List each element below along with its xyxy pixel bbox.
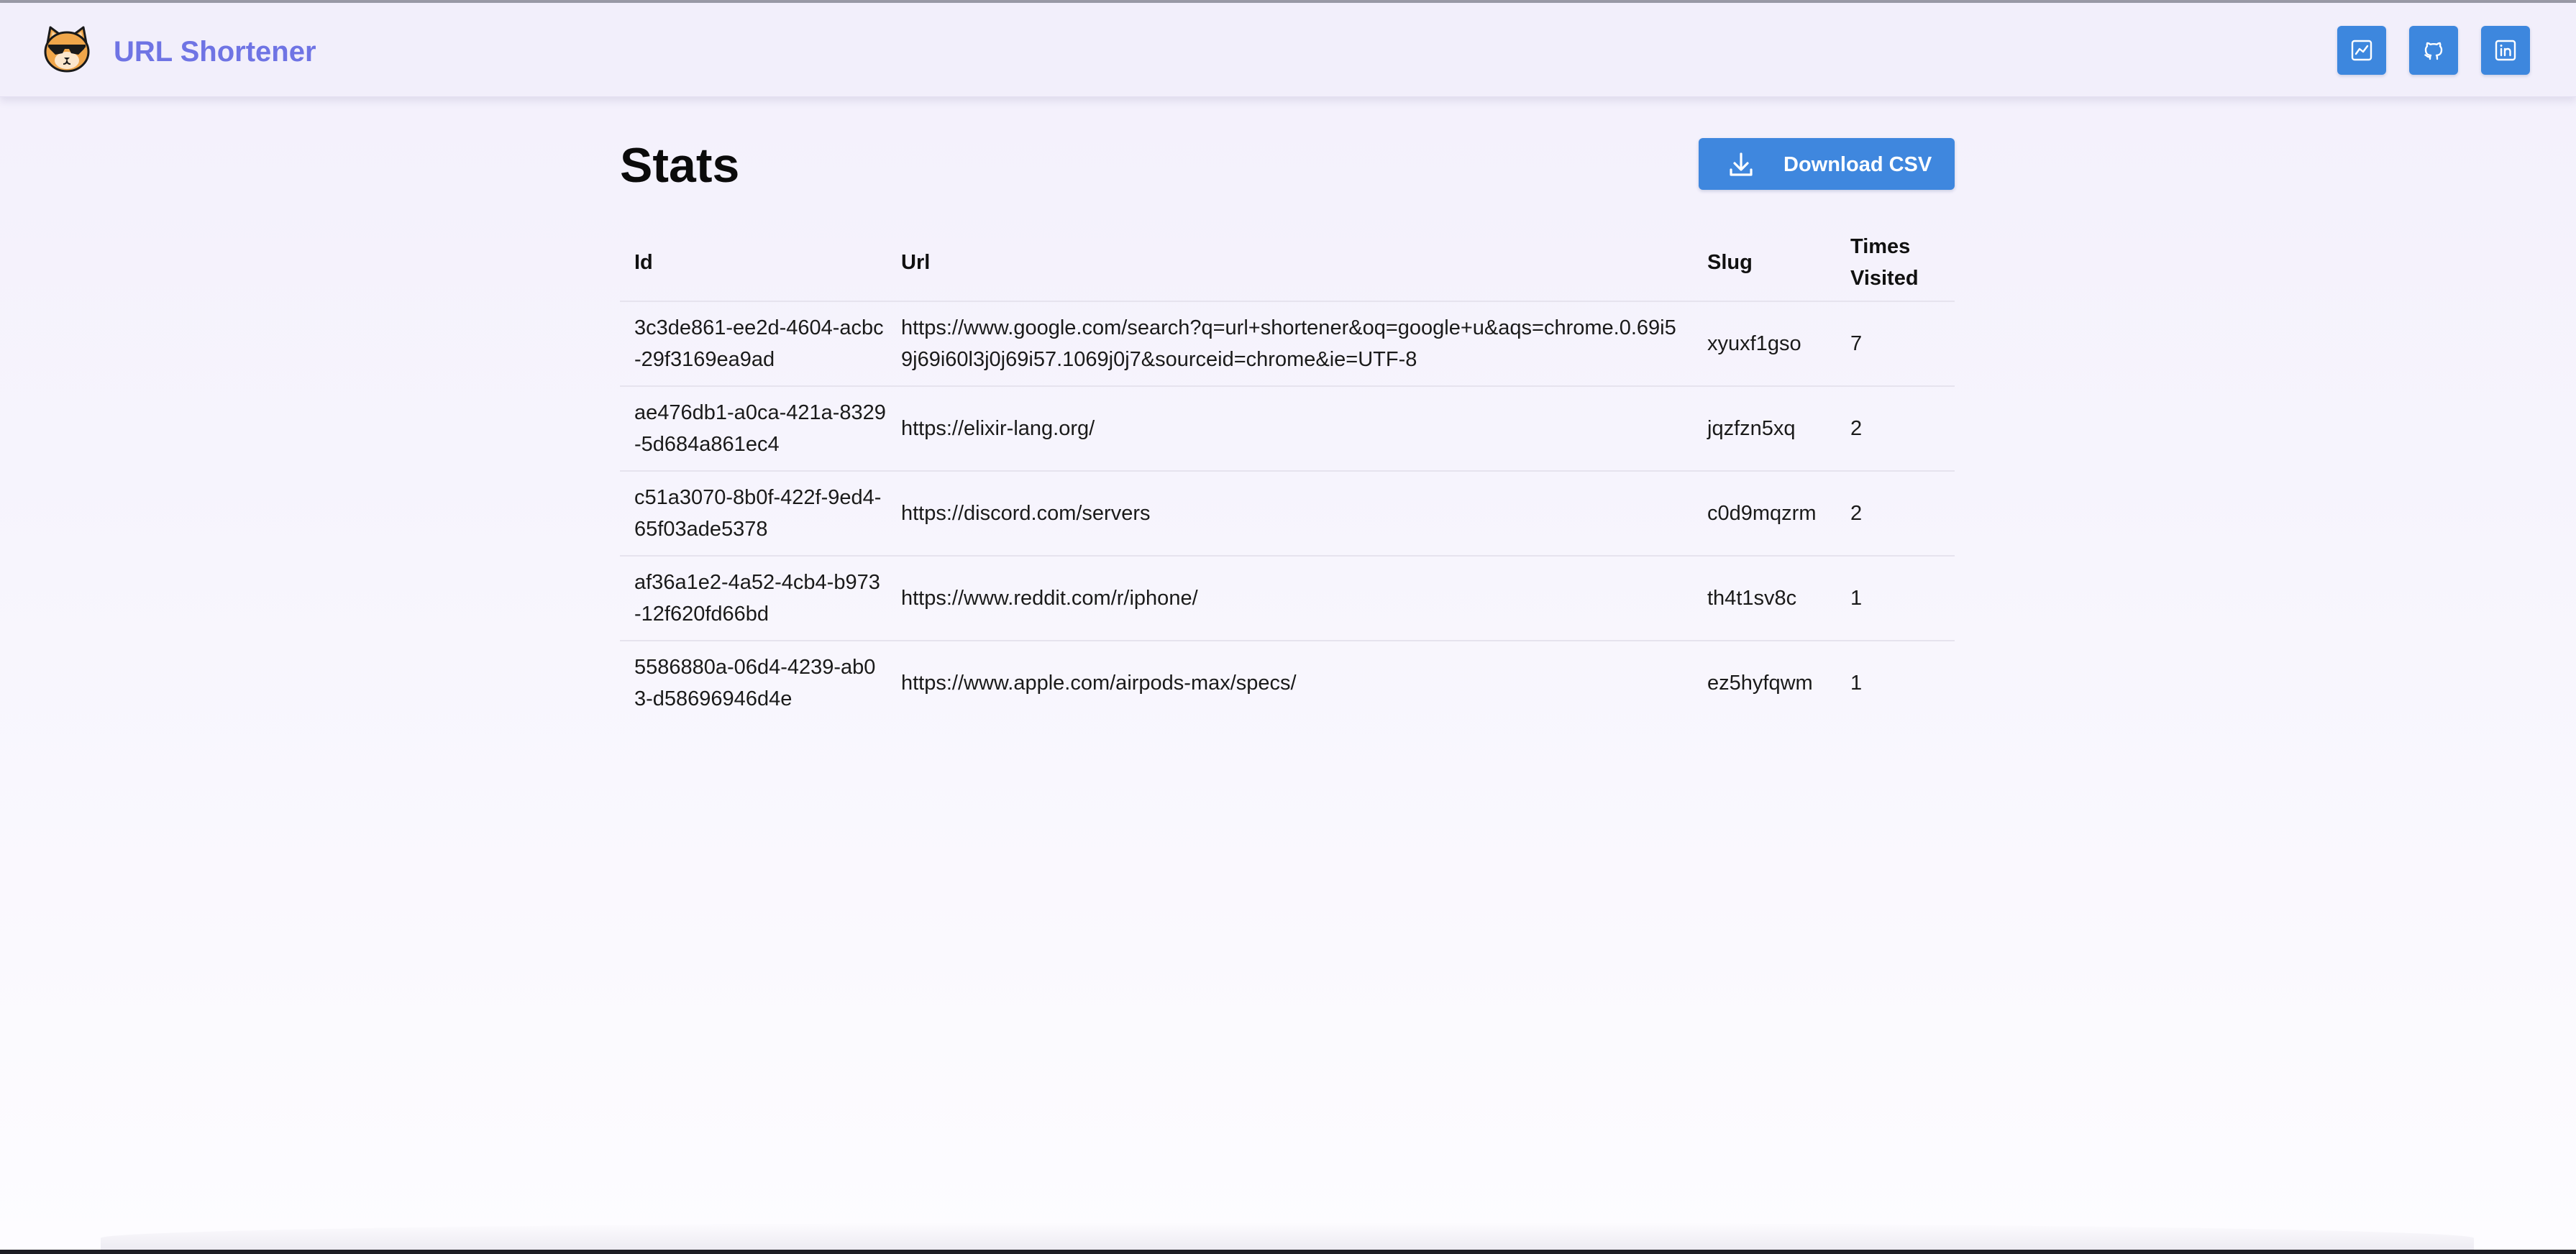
cell-url: https://elixir-lang.org/ xyxy=(887,385,1693,471)
column-header-slug: Slug xyxy=(1707,251,1753,274)
table-row: ae476db1-a0ca-421a-8329-5d684a861ec4 htt… xyxy=(620,385,1955,471)
page-title: Stats xyxy=(620,138,740,193)
column-header-id: Id xyxy=(634,251,653,274)
window-bottom-edge xyxy=(0,1250,2576,1254)
column-header-times-visited: Times Visited xyxy=(1850,235,1919,290)
cell-times-visited: 1 xyxy=(1836,640,1955,725)
cell-times-visited: 2 xyxy=(1836,470,1955,556)
cell-url: https://discord.com/servers xyxy=(887,470,1693,556)
table-row: 5586880a-06d4-4239-ab03-d58696946d4e htt… xyxy=(620,640,1955,725)
cell-url: https://www.reddit.com/r/iphone/ xyxy=(887,555,1693,641)
cell-id: c51a3070-8b0f-422f-9ed4-65f03ade5378 xyxy=(620,470,887,556)
cell-times-visited: 1 xyxy=(1836,555,1955,641)
cell-times-visited: 7 xyxy=(1836,301,1955,386)
table-row: 3c3de861-ee2d-4604-acbc-29f3169ea9ad htt… xyxy=(620,301,1955,386)
cell-times-visited: 2 xyxy=(1836,385,1955,471)
download-csv-button[interactable]: Download CSV xyxy=(1699,138,1955,190)
table-row: af36a1e2-4a52-4cb4-b973-12f620fd66bd htt… xyxy=(620,555,1955,641)
app-header: URL Shortener xyxy=(0,3,2576,97)
column-header-url: Url xyxy=(901,251,931,274)
cell-slug: xyuxf1gso xyxy=(1693,301,1836,386)
cell-id: 5586880a-06d4-4239-ab03-d58696946d4e xyxy=(620,640,887,725)
github-button[interactable] xyxy=(2409,26,2458,75)
download-csv-label: Download CSV xyxy=(1783,153,1932,176)
cell-slug: c0d9mqzrm xyxy=(1693,470,1836,556)
stats-chart-icon xyxy=(2351,40,2372,61)
stats-table: Id Url Slug Times Visited 3c3de861-ee2d-… xyxy=(620,224,1955,725)
cool-cat-logo-icon[interactable] xyxy=(42,24,92,75)
cell-url: https://www.apple.com/airpods-max/specs/ xyxy=(887,640,1693,725)
linkedin-icon xyxy=(2495,40,2516,61)
github-icon xyxy=(2424,42,2443,60)
linkedin-button[interactable] xyxy=(2481,26,2530,75)
cell-slug: th4t1sv8c xyxy=(1693,555,1836,641)
table-row: c51a3070-8b0f-422f-9ed4-65f03ade5378 htt… xyxy=(620,470,1955,556)
download-icon xyxy=(1730,152,1753,176)
cell-slug: jqzfzn5xq xyxy=(1693,385,1836,471)
brand-title[interactable]: URL Shortener xyxy=(114,35,316,69)
cell-id: ae476db1-a0ca-421a-8329-5d684a861ec4 xyxy=(620,385,887,471)
cell-url: https://www.google.com/search?q=url+shor… xyxy=(887,301,1693,386)
cell-id: af36a1e2-4a52-4cb4-b973-12f620fd66bd xyxy=(620,555,887,641)
table-header-row: Id Url Slug Times Visited xyxy=(620,224,1955,301)
cell-id: 3c3de861-ee2d-4604-acbc-29f3169ea9ad xyxy=(620,301,887,386)
cell-slug: ez5hyfqwm xyxy=(1693,640,1836,725)
stats-button[interactable] xyxy=(2337,26,2386,75)
